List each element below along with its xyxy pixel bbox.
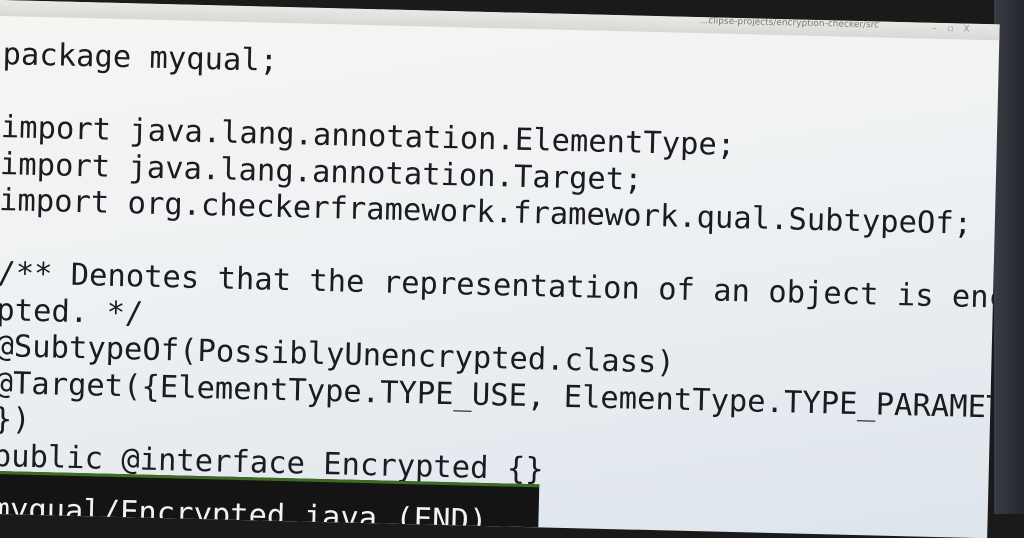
code-view[interactable]: package myqual; import java.lang.annotat…	[0, 37, 1000, 500]
pager-status-text: myqual/Encrypted.java (END)	[0, 491, 488, 528]
window-controls: – ▫ X	[929, 24, 971, 35]
monitor-bezel	[994, 0, 1024, 514]
minimize-icon[interactable]: –	[929, 24, 939, 34]
window-title: ...clipse-projects/encryption-checker/sr…	[699, 16, 880, 31]
maximize-icon[interactable]: ▫	[945, 24, 955, 34]
window-titlebar: ...clipse-projects/encryption-checker/sr…	[0, 0, 1000, 41]
close-icon[interactable]: X	[961, 25, 971, 35]
terminal-window[interactable]: ...clipse-projects/encryption-checker/sr…	[0, 0, 1000, 538]
